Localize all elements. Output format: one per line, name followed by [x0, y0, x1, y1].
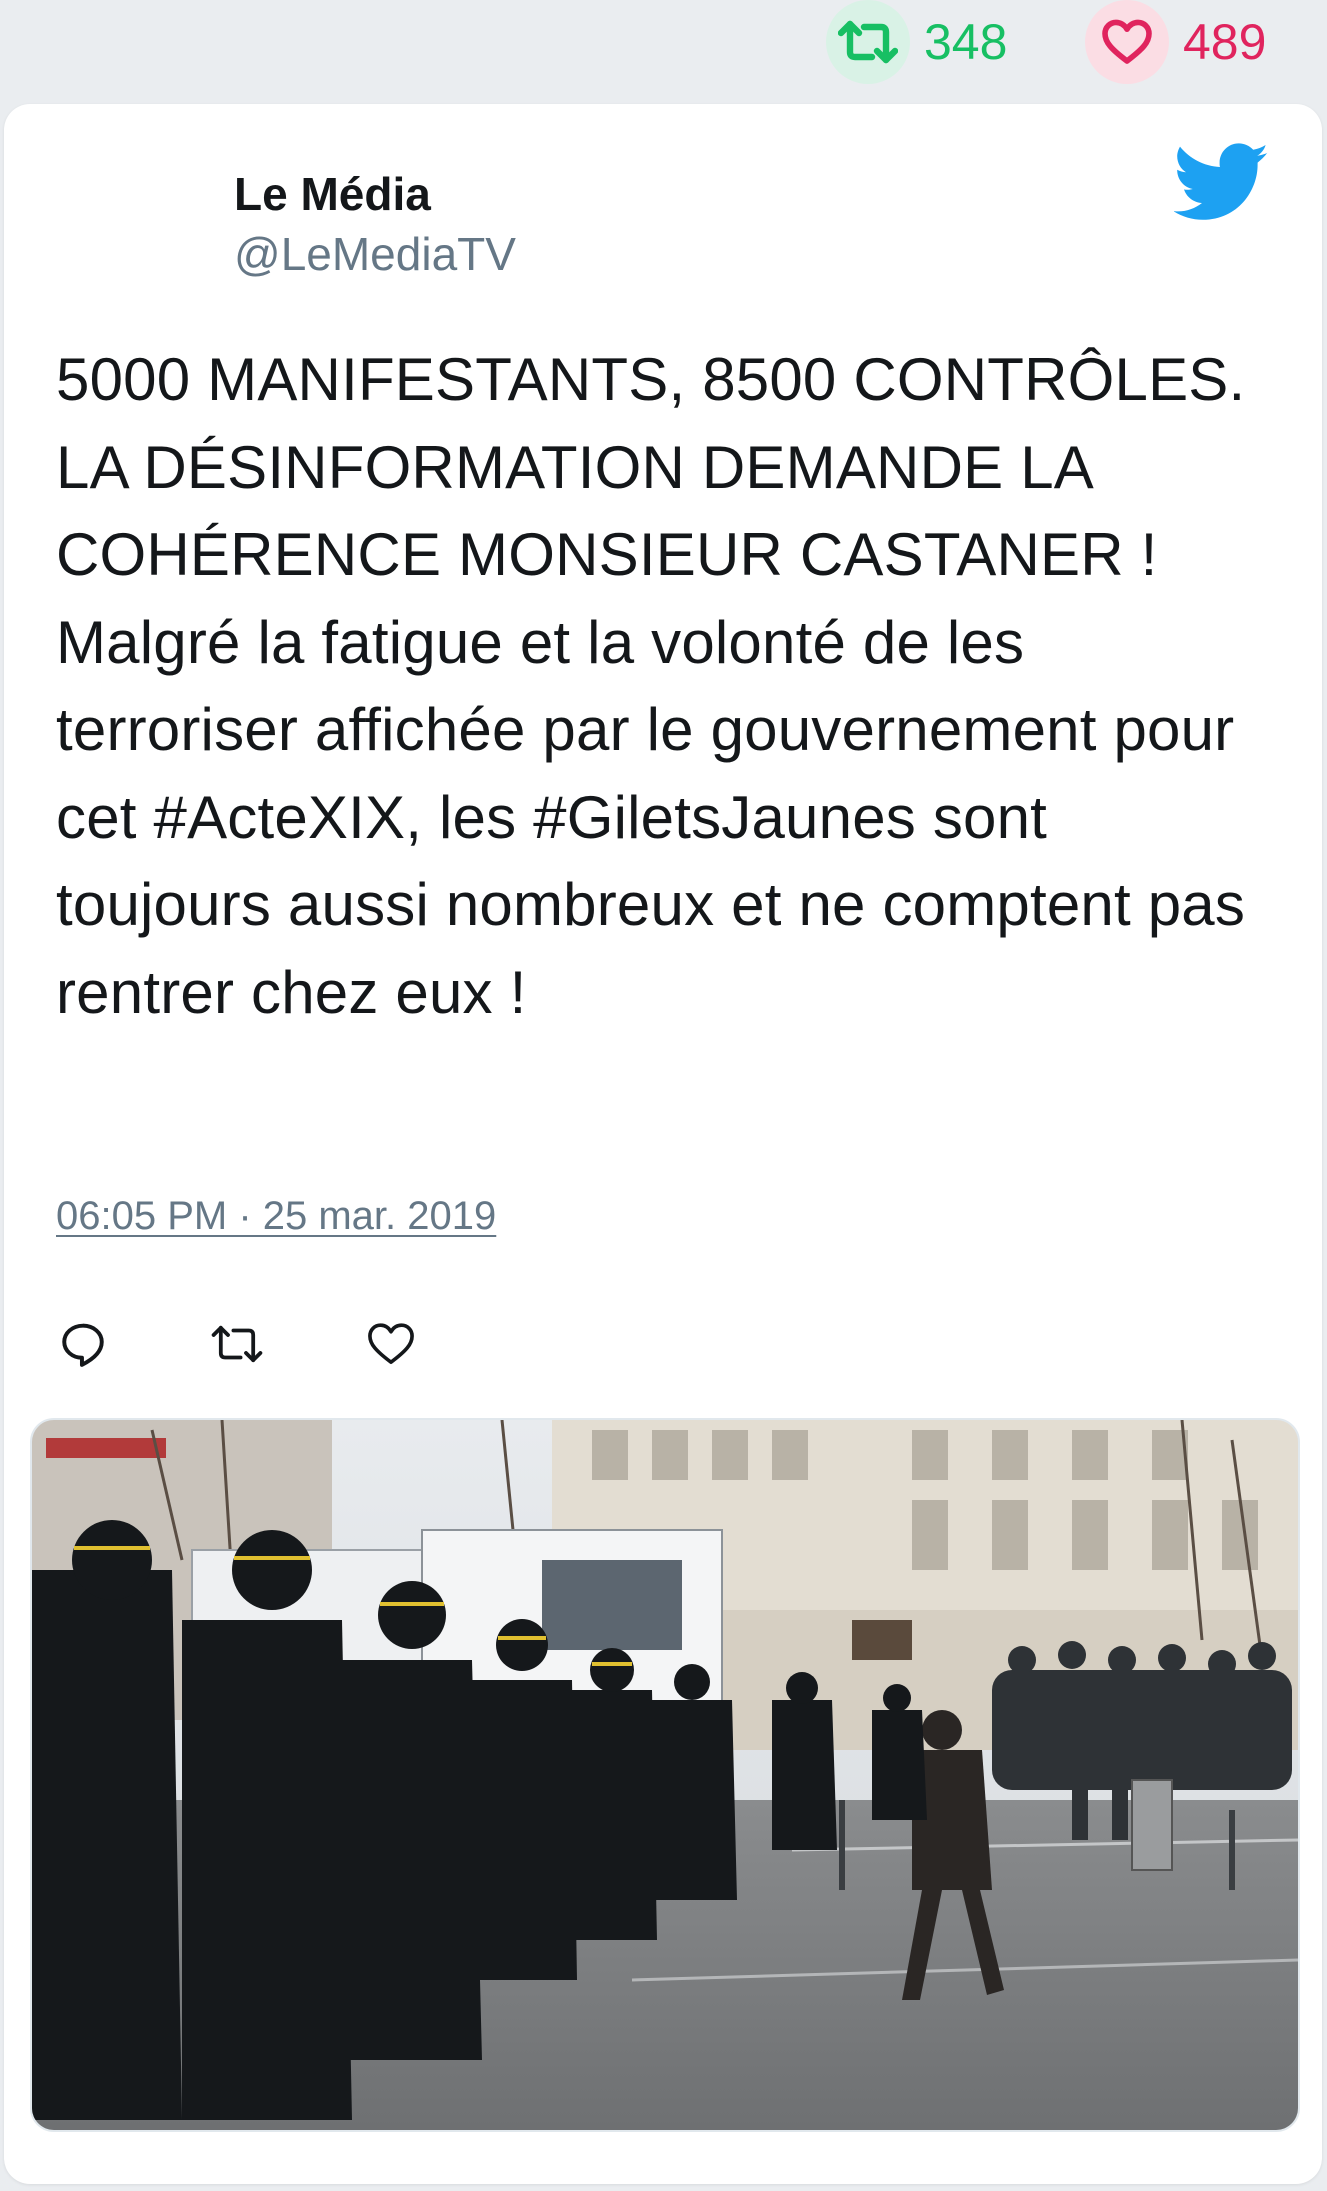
- retweet-count: 348: [924, 14, 1008, 70]
- like-button[interactable]: [364, 1317, 418, 1371]
- heart-icon: [1085, 0, 1169, 84]
- heart-icon: [368, 1323, 414, 1365]
- retweet-button[interactable]: [210, 1317, 264, 1371]
- reply-button[interactable]: [56, 1317, 110, 1371]
- tweet-media-photo[interactable]: [30, 1418, 1300, 2132]
- protest-photo: [32, 1420, 1298, 2130]
- tweet-stats-bar: 348 489: [0, 0, 1327, 92]
- tweet-timestamp[interactable]: 06:05 PM · 25 mar. 2019: [56, 1194, 496, 1239]
- author-handle[interactable]: @LeMediaTV: [234, 224, 516, 284]
- retweet-icon: [211, 1325, 263, 1363]
- tweet-author[interactable]: Le Média @LeMediaTV: [234, 164, 516, 284]
- tweet-actions: [56, 1304, 518, 1384]
- retweet-stat[interactable]: 348: [826, 0, 1007, 84]
- reply-icon: [62, 1323, 104, 1367]
- retweet-icon: [826, 0, 910, 84]
- tweet-card[interactable]: Le Média @LeMediaTV 5000 MANIFESTANTS, 8…: [4, 104, 1322, 2184]
- twitter-bird-icon[interactable]: [1173, 142, 1270, 224]
- like-count: 489: [1183, 14, 1267, 70]
- tweet-text: 5000 MANIFESTANTS, 8500 CONTRÔLES. LA DÉ…: [56, 346, 1246, 1026]
- like-stat[interactable]: 489: [1085, 0, 1266, 84]
- author-name[interactable]: Le Média: [234, 164, 516, 224]
